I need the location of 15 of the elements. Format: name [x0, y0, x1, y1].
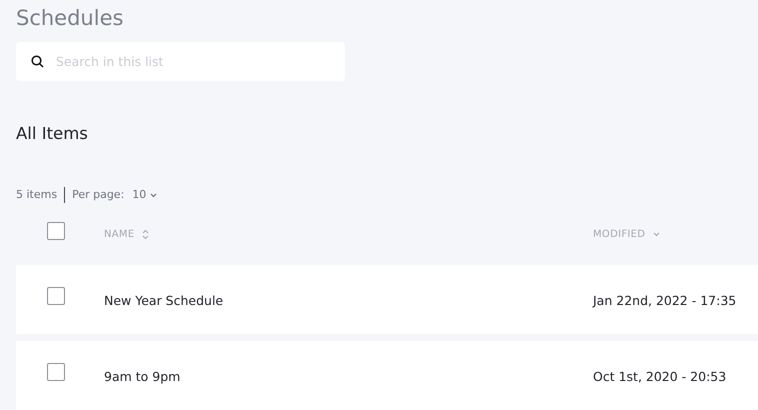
per-page-dropdown[interactable]: 10: [132, 186, 158, 204]
checkbox[interactable]: [47, 287, 65, 305]
checkbox[interactable]: [47, 363, 65, 381]
checkbox[interactable]: [47, 222, 65, 240]
caret-icon: [150, 192, 158, 198]
page-title: Schedules: [16, 5, 124, 32]
table-row[interactable]: 9am to 9pm Oct 1st, 2020 - 20:53: [16, 341, 758, 410]
item-count: 5 items: [16, 186, 58, 203]
modified-date: Jan 22nd, 2022 - 17:35: [593, 292, 736, 308]
section-title: All Items: [16, 123, 89, 145]
table-row[interactable]: New Year Schedule Jan 22nd, 2022 - 17:35: [16, 265, 758, 334]
per-page-label: Per page:: [72, 186, 124, 203]
schedule-name: 9am to 9pm: [104, 368, 180, 384]
schedule-name: New Year Schedule: [104, 292, 224, 308]
modified-date: Oct 1st, 2020 - 20:53: [593, 368, 726, 384]
